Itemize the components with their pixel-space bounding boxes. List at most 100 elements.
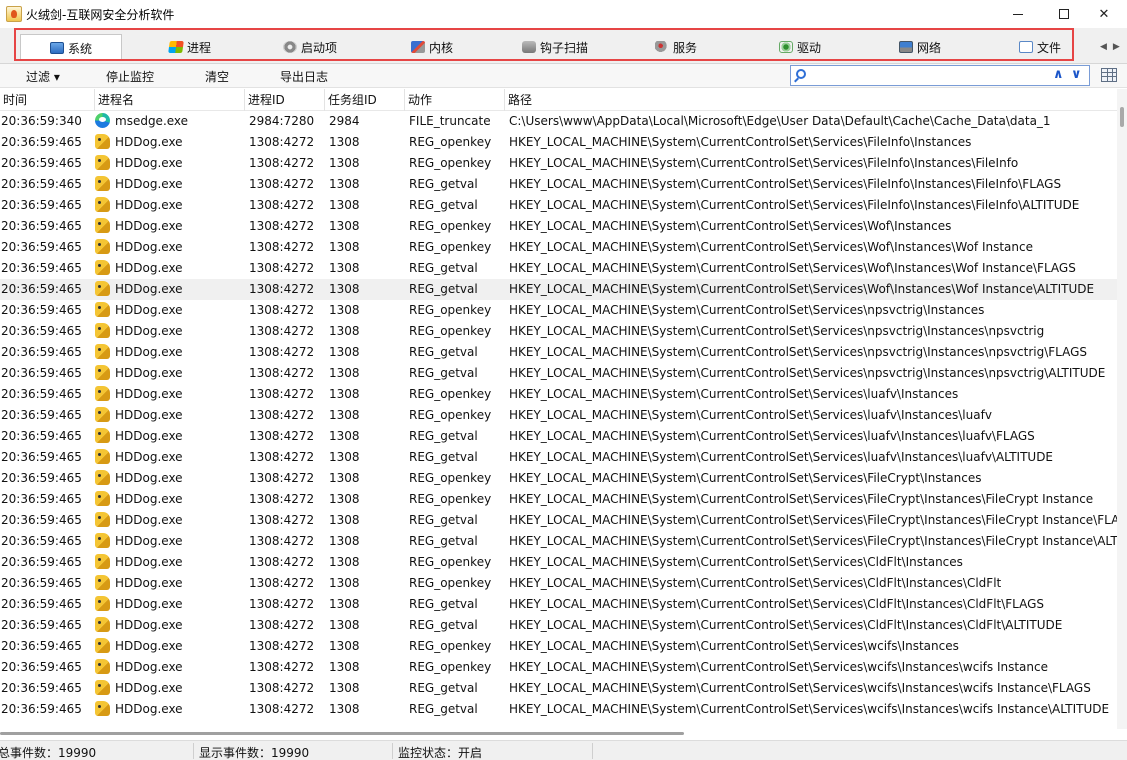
tab-scroll-right-icon[interactable]: ▶ — [1113, 42, 1126, 52]
table-row[interactable]: 20:36:59:465 HDDog.exe 1308:4272 1308 REG_op… — [0, 636, 1117, 657]
close-button[interactable]: ✕ — [1081, 0, 1127, 28]
table-row[interactable]: 20:36:59:465 HDDog.exe 1308:4272 1308 REG_op… — [0, 573, 1117, 594]
clear-button[interactable]: 清空 — [205, 68, 229, 85]
cell-pid-text: 1308:4272 — [249, 618, 315, 632]
cell-path: HKEY_LOCAL_MACHINE\System\CurrentControl… — [509, 153, 1117, 174]
tab-kernel[interactable]: 内核 — [382, 34, 482, 60]
cell-process: HDDog.exe — [95, 279, 243, 300]
cell-path-text: HKEY_LOCAL_MACHINE\System\CurrentControl… — [509, 660, 1048, 674]
column-header-path[interactable]: 路径 — [505, 89, 1117, 111]
cell-time: 20:36:59:465 — [1, 300, 94, 321]
table-row[interactable]: 20:36:59:465 HDDog.exe 1308:4272 1308 REG_op… — [0, 132, 1117, 153]
stop-monitor-button[interactable]: 停止监控 — [106, 68, 154, 85]
cell-task-group-id-text: 1308 — [329, 471, 360, 485]
table-row[interactable]: 20:36:59:465 HDDog.exe 1308:4272 1308 REG_ge… — [0, 363, 1117, 384]
table-row[interactable]: 20:36:59:465 HDDog.exe 1308:4272 1308 REG_ge… — [0, 594, 1117, 615]
event-table: 时间 进程名 进程ID 任务组ID 动作 路径 20:36:59:340 msed… — [0, 89, 1117, 729]
table-row[interactable]: 20:36:59:465 HDDog.exe 1308:4272 1308 REG_op… — [0, 489, 1117, 510]
table-row[interactable]: 20:36:59:465 HDDog.exe 1308:4272 1308 REG_op… — [0, 153, 1117, 174]
hddog-process-icon — [95, 701, 110, 716]
cell-path: HKEY_LOCAL_MACHINE\System\CurrentControl… — [509, 405, 1117, 426]
cell-pid-text: 1308:4272 — [249, 282, 315, 296]
table-row[interactable]: 20:36:59:465 HDDog.exe 1308:4272 1308 REG_ge… — [0, 531, 1117, 552]
cell-pid: 1308:4272 — [249, 258, 324, 279]
cell-time-text: 20:36:59:465 — [1, 639, 82, 653]
table-row[interactable]: 20:36:59:465 HDDog.exe 1308:4272 1308 REG_ge… — [0, 699, 1117, 720]
cell-task-group-id: 1308 — [329, 699, 404, 720]
table-row[interactable]: 20:36:59:465 HDDog.exe 1308:4272 1308 REG_op… — [0, 237, 1117, 258]
tab-scroll-arrows[interactable]: ◀▶ — [1100, 42, 1126, 52]
cell-process-text: HDDog.exe — [115, 471, 183, 485]
column-header-task-group[interactable]: 任务组ID — [325, 89, 405, 111]
cell-time: 20:36:59:465 — [1, 132, 94, 153]
cell-process-text: HDDog.exe — [115, 534, 183, 548]
tab-network[interactable]: 网络 — [870, 34, 970, 60]
search-prev-button[interactable]: ∧ — [1053, 67, 1064, 82]
export-log-button[interactable]: 导出日志 — [280, 68, 328, 85]
cell-path: C:\Users\www\AppData\Local\Microsoft\Edg… — [509, 111, 1117, 132]
cell-path: HKEY_LOCAL_MACHINE\System\CurrentControl… — [509, 258, 1117, 279]
cell-process-text: HDDog.exe — [115, 618, 183, 632]
search-input[interactable] — [813, 68, 1043, 83]
column-header-pid[interactable]: 进程ID — [245, 89, 325, 111]
table-row[interactable]: 20:36:59:465 HDDog.exe 1308:4272 1308 REG_op… — [0, 216, 1117, 237]
vertical-scrollbar[interactable] — [1117, 89, 1127, 729]
search-next-button[interactable]: ∨ — [1071, 67, 1082, 82]
table-row[interactable]: 20:36:59:465 HDDog.exe 1308:4272 1308 REG_ge… — [0, 258, 1117, 279]
tab-process[interactable]: 进程 — [140, 34, 240, 60]
table-row[interactable]: 20:36:59:465 HDDog.exe 1308:4272 1308 REG_ge… — [0, 342, 1117, 363]
cell-action: REG_getval — [409, 342, 504, 363]
column-header-process[interactable]: 进程名 — [95, 89, 245, 111]
cell-time-text: 20:36:59:465 — [1, 282, 82, 296]
tab-service[interactable]: 服务 — [626, 34, 726, 60]
table-row[interactable]: 20:36:59:465 HDDog.exe 1308:4272 1308 REG_ge… — [0, 615, 1117, 636]
vertical-scroll-thumb[interactable] — [1120, 107, 1124, 127]
filter-button[interactable]: 过滤 ▾ — [26, 68, 60, 85]
tab-startup[interactable]: 启动项 — [258, 34, 362, 60]
table-row[interactable]: 20:36:59:465 HDDog.exe 1308:4272 1308 REG_ge… — [0, 447, 1117, 468]
column-settings-icon[interactable] — [1101, 68, 1117, 82]
table-row[interactable]: 20:36:59:465 HDDog.exe 1308:4272 1308 REG_op… — [0, 405, 1117, 426]
table-row[interactable]: 20:36:59:465 HDDog.exe 1308:4272 1308 REG_op… — [0, 468, 1117, 489]
total-events-status: 总事件数：19990 — [0, 746, 97, 760]
table-row[interactable]: 20:36:59:465 HDDog.exe 1308:4272 1308 REG_ge… — [0, 279, 1117, 300]
cell-process: HDDog.exe — [95, 615, 243, 636]
cell-action: REG_getval — [409, 594, 504, 615]
table-row[interactable]: 20:36:59:465 HDDog.exe 1308:4272 1308 REG_ge… — [0, 426, 1117, 447]
column-header-time[interactable]: 时间 — [0, 89, 95, 111]
tab-scroll-left-icon[interactable]: ◀ — [1100, 42, 1113, 52]
cell-path: HKEY_LOCAL_MACHINE\System\CurrentControl… — [509, 300, 1117, 321]
tab-system[interactable]: 系统 — [20, 34, 122, 61]
table-row[interactable]: 20:36:59:465 HDDog.exe 1308:4272 1308 REG_op… — [0, 384, 1117, 405]
system-icon — [49, 42, 64, 54]
minimize-button[interactable] — [995, 0, 1041, 28]
search-box[interactable]: ∧ ∨ — [790, 65, 1090, 86]
cell-task-group-id-text: 1308 — [329, 198, 360, 212]
tab-driver[interactable]: 驱动 — [750, 34, 850, 60]
cell-action-text: REG_getval — [409, 513, 478, 527]
table-row[interactable]: 20:36:59:465 HDDog.exe 1308:4272 1308 REG_op… — [0, 321, 1117, 342]
horizontal-scroll-thumb[interactable] — [0, 732, 684, 735]
table-row[interactable]: 20:36:59:465 HDDog.exe 1308:4272 1308 REG_op… — [0, 657, 1117, 678]
cell-pid: 1308:4272 — [249, 594, 324, 615]
cell-pid-text: 1308:4272 — [249, 345, 315, 359]
cell-task-group-id: 2984 — [329, 111, 404, 132]
cell-pid-text: 1308:4272 — [249, 156, 315, 170]
tab-hook-scan[interactable]: 钩子扫描 — [500, 34, 610, 60]
cell-task-group-id: 1308 — [329, 363, 404, 384]
cell-path-text: HKEY_LOCAL_MACHINE\System\CurrentControl… — [509, 156, 1019, 170]
cell-path: HKEY_LOCAL_MACHINE\System\CurrentControl… — [509, 552, 1117, 573]
horizontal-scrollbar[interactable] — [0, 729, 1117, 739]
column-header-action[interactable]: 动作 — [405, 89, 505, 111]
table-row[interactable]: 20:36:59:465 HDDog.exe 1308:4272 1308 REG_ge… — [0, 510, 1117, 531]
table-row[interactable]: 20:36:59:465 HDDog.exe 1308:4272 1308 REG_op… — [0, 300, 1117, 321]
table-row[interactable]: 20:36:59:465 HDDog.exe 1308:4272 1308 REG_ge… — [0, 678, 1117, 699]
cell-path: HKEY_LOCAL_MACHINE\System\CurrentControl… — [509, 195, 1117, 216]
table-row[interactable]: 20:36:59:465 HDDog.exe 1308:4272 1308 REG_op… — [0, 552, 1117, 573]
table-row[interactable]: 20:36:59:465 HDDog.exe 1308:4272 1308 REG_ge… — [0, 174, 1117, 195]
tab-label: 钩子扫描 — [539, 40, 588, 55]
tab-file[interactable]: 文件 — [990, 34, 1090, 60]
table-row[interactable]: 20:36:59:340 msedge.exe 2984:7280 2984 FILE_… — [0, 111, 1117, 132]
table-row[interactable]: 20:36:59:465 HDDog.exe 1308:4272 1308 REG_ge… — [0, 195, 1117, 216]
cell-time: 20:36:59:465 — [1, 531, 94, 552]
